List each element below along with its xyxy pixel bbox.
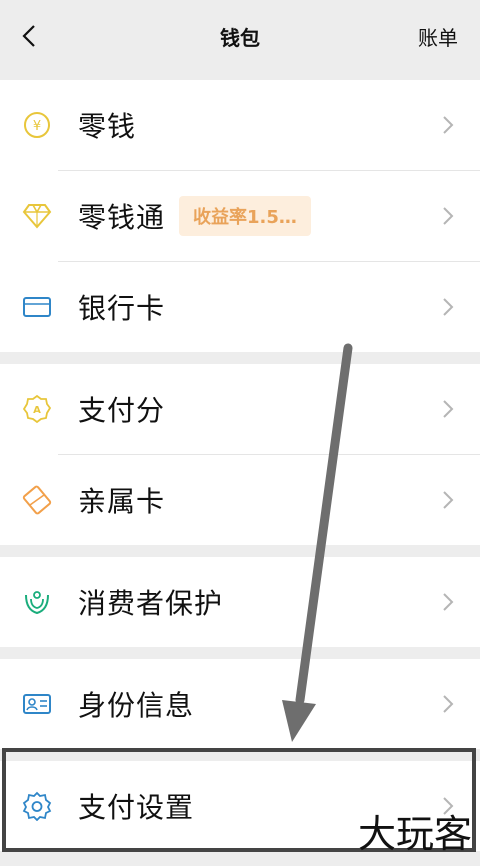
chevron-right-icon: [443, 400, 454, 418]
menu-item-label: 支付设置: [78, 791, 195, 824]
menu-item-label: 零钱通: [78, 201, 166, 234]
wallet-group-3: 消费者保护: [0, 557, 480, 647]
yield-badge: 收益率1.5…: [179, 196, 311, 236]
back-button[interactable]: [18, 20, 40, 52]
menu-item-lingqiantong[interactable]: 零钱通 收益率1.5…: [0, 171, 480, 261]
menu-item-identity-info[interactable]: 身份信息: [0, 659, 480, 749]
menu-item-consumer-protection[interactable]: 消费者保护: [0, 557, 480, 647]
page-title: 钱包: [220, 25, 260, 50]
diamond-icon: [20, 199, 54, 233]
menu-item-label: 身份信息: [78, 689, 195, 722]
chevron-right-icon: [443, 207, 454, 225]
menu-item-family-card[interactable]: 亲属卡: [0, 455, 480, 545]
menu-item-label: 银行卡: [78, 292, 166, 325]
menu-item-payment-settings[interactable]: 支付设置: [0, 761, 480, 851]
chevron-right-icon: [443, 593, 454, 611]
nav-bar: 钱包 账单: [0, 0, 480, 80]
id-card-icon: [20, 687, 54, 721]
chevron-right-icon: [443, 695, 454, 713]
menu-item-label: 零钱: [78, 110, 137, 143]
chevron-right-icon: [443, 491, 454, 509]
chevron-right-icon: [443, 116, 454, 134]
protect-hands-icon: [20, 585, 54, 619]
chevron-right-icon: [443, 797, 454, 815]
yuan-coin-icon: ¥: [20, 108, 54, 142]
bank-card-icon: [20, 290, 54, 324]
pay-score-badge-icon: A: [20, 392, 54, 426]
gear-icon: [20, 789, 54, 823]
group-gap: [0, 545, 480, 557]
family-card-icon: [20, 483, 54, 517]
group-gap: [0, 352, 480, 364]
menu-item-label: 亲属卡: [78, 485, 166, 518]
wallet-group-4: 身份信息: [0, 659, 480, 749]
svg-text:¥: ¥: [33, 119, 41, 134]
chevron-right-icon: [443, 298, 454, 316]
group-gap: [0, 647, 480, 659]
menu-item-bank-card[interactable]: 银行卡: [0, 262, 480, 352]
bill-button[interactable]: 账单: [418, 22, 458, 51]
wallet-group-5: 支付设置: [0, 761, 480, 851]
menu-item-label: 消费者保护: [78, 587, 224, 620]
chevron-left-icon: [22, 25, 35, 47]
menu-item-label: 支付分: [78, 394, 166, 427]
group-gap: [0, 749, 480, 761]
wallet-group-1: ¥ 零钱 零钱通 收益率1.5… 银行卡: [0, 80, 480, 352]
menu-item-pay-score[interactable]: A 支付分: [0, 364, 480, 454]
menu-item-change[interactable]: ¥ 零钱: [0, 80, 480, 170]
wallet-group-2: A 支付分 亲属卡: [0, 364, 480, 545]
svg-text:A: A: [33, 405, 41, 416]
